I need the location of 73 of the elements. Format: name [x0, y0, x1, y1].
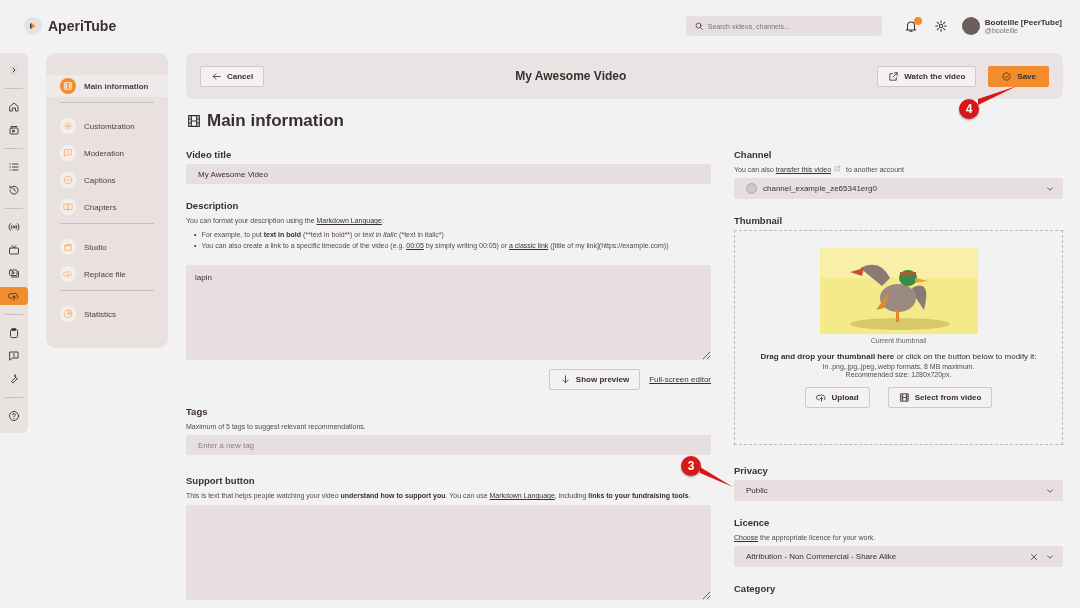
cloud-upload-icon — [815, 392, 827, 403]
field-label: Thumbnail — [734, 215, 783, 226]
film-icon — [898, 392, 910, 403]
watch-button[interactable]: Watch the video — [877, 65, 977, 87]
settings-icon[interactable] — [933, 19, 948, 33]
history-icon — [8, 184, 20, 196]
select-frame-button[interactable]: Select from video — [887, 387, 993, 408]
section-item[interactable]: Studio — [46, 236, 168, 258]
section-item[interactable]: Moderation — [46, 142, 168, 164]
logo-icon — [24, 17, 42, 35]
book-icon — [63, 202, 73, 212]
app-name: AperiTube — [48, 18, 117, 34]
section-item[interactable]: Replace file — [46, 263, 168, 285]
video-title: My Awesome Video — [514, 69, 628, 83]
page-heading: Main information — [207, 111, 344, 131]
arrow-down-icon — [559, 374, 571, 385]
cancel-button[interactable]: Cancel — [200, 65, 265, 87]
section-item[interactable]: Main information — [46, 75, 168, 97]
field-label: Tags — [186, 406, 208, 417]
film-icon — [186, 113, 202, 129]
preview-button[interactable]: Show preview — [548, 369, 641, 390]
clipboard-icon — [8, 327, 20, 339]
field-label: Support button — [186, 475, 255, 486]
select-field[interactable]: Public — [734, 480, 1063, 501]
expand-icon — [8, 64, 20, 76]
cloud-upload-icon — [63, 269, 73, 279]
external-link-icon — [834, 165, 842, 172]
settings-icon — [63, 121, 73, 131]
title-input[interactable]: My Awesome Video — [186, 164, 711, 184]
pie-chart-icon — [63, 309, 73, 319]
select-field[interactable]: Attribution - Non Commercial - Share Alike — [734, 546, 1063, 567]
section-item[interactable]: Chapters — [46, 196, 168, 218]
callout-arrow — [700, 467, 733, 487]
check-icon — [1001, 70, 1013, 82]
chat-icon — [63, 148, 73, 158]
section-item[interactable]: Captions — [46, 169, 168, 191]
tv-icon — [8, 244, 20, 256]
bell-icon — [903, 19, 918, 33]
field-label: Privacy — [734, 465, 768, 476]
help-icon — [8, 410, 20, 422]
upload-button[interactable]: Upload — [804, 387, 870, 408]
cloud-upload-icon — [8, 290, 20, 302]
clapperboard-icon — [63, 242, 73, 252]
list-icon — [8, 161, 20, 173]
section-item[interactable]: Customization — [46, 115, 168, 137]
drop-instructions: Drag and drop your thumbnail here or click on the button below to modify it: — [760, 351, 1037, 362]
callout-arrow — [978, 86, 1017, 105]
fullscreen-link[interactable]: Full-screen editor — [649, 375, 711, 384]
description-input[interactable]: lapin — [186, 265, 711, 360]
field-label: Category — [734, 583, 776, 594]
film-icon — [63, 81, 73, 91]
support-input[interactable] — [186, 505, 711, 600]
callout-marker: 4 — [959, 99, 979, 119]
search-icon — [693, 21, 704, 31]
select-field[interactable]: channel_example_ze65341erg0 — [734, 178, 1063, 199]
arrow-left-icon — [211, 70, 222, 82]
field-label: Licence — [734, 517, 770, 528]
channel-avatar-icon — [746, 183, 757, 194]
subscriptions-icon — [8, 124, 20, 136]
broadcast-icon — [8, 221, 20, 233]
external-link-icon — [888, 70, 900, 82]
playlist-icon — [8, 267, 20, 279]
tags-input[interactable]: Enter a new tag — [186, 435, 711, 455]
user-name: Booteille [PeerTube] — [984, 18, 1062, 27]
callout-marker: 3 — [681, 456, 701, 476]
field-label: Channel — [734, 149, 772, 160]
home-icon — [8, 101, 20, 113]
field-label: Description — [186, 200, 239, 211]
section-item[interactable]: Statistics — [46, 303, 168, 325]
save-button[interactable]: Save — [988, 65, 1049, 87]
field-label: Video title — [186, 149, 232, 160]
captions-icon — [63, 175, 73, 185]
avatar-icon[interactable] — [961, 17, 980, 35]
